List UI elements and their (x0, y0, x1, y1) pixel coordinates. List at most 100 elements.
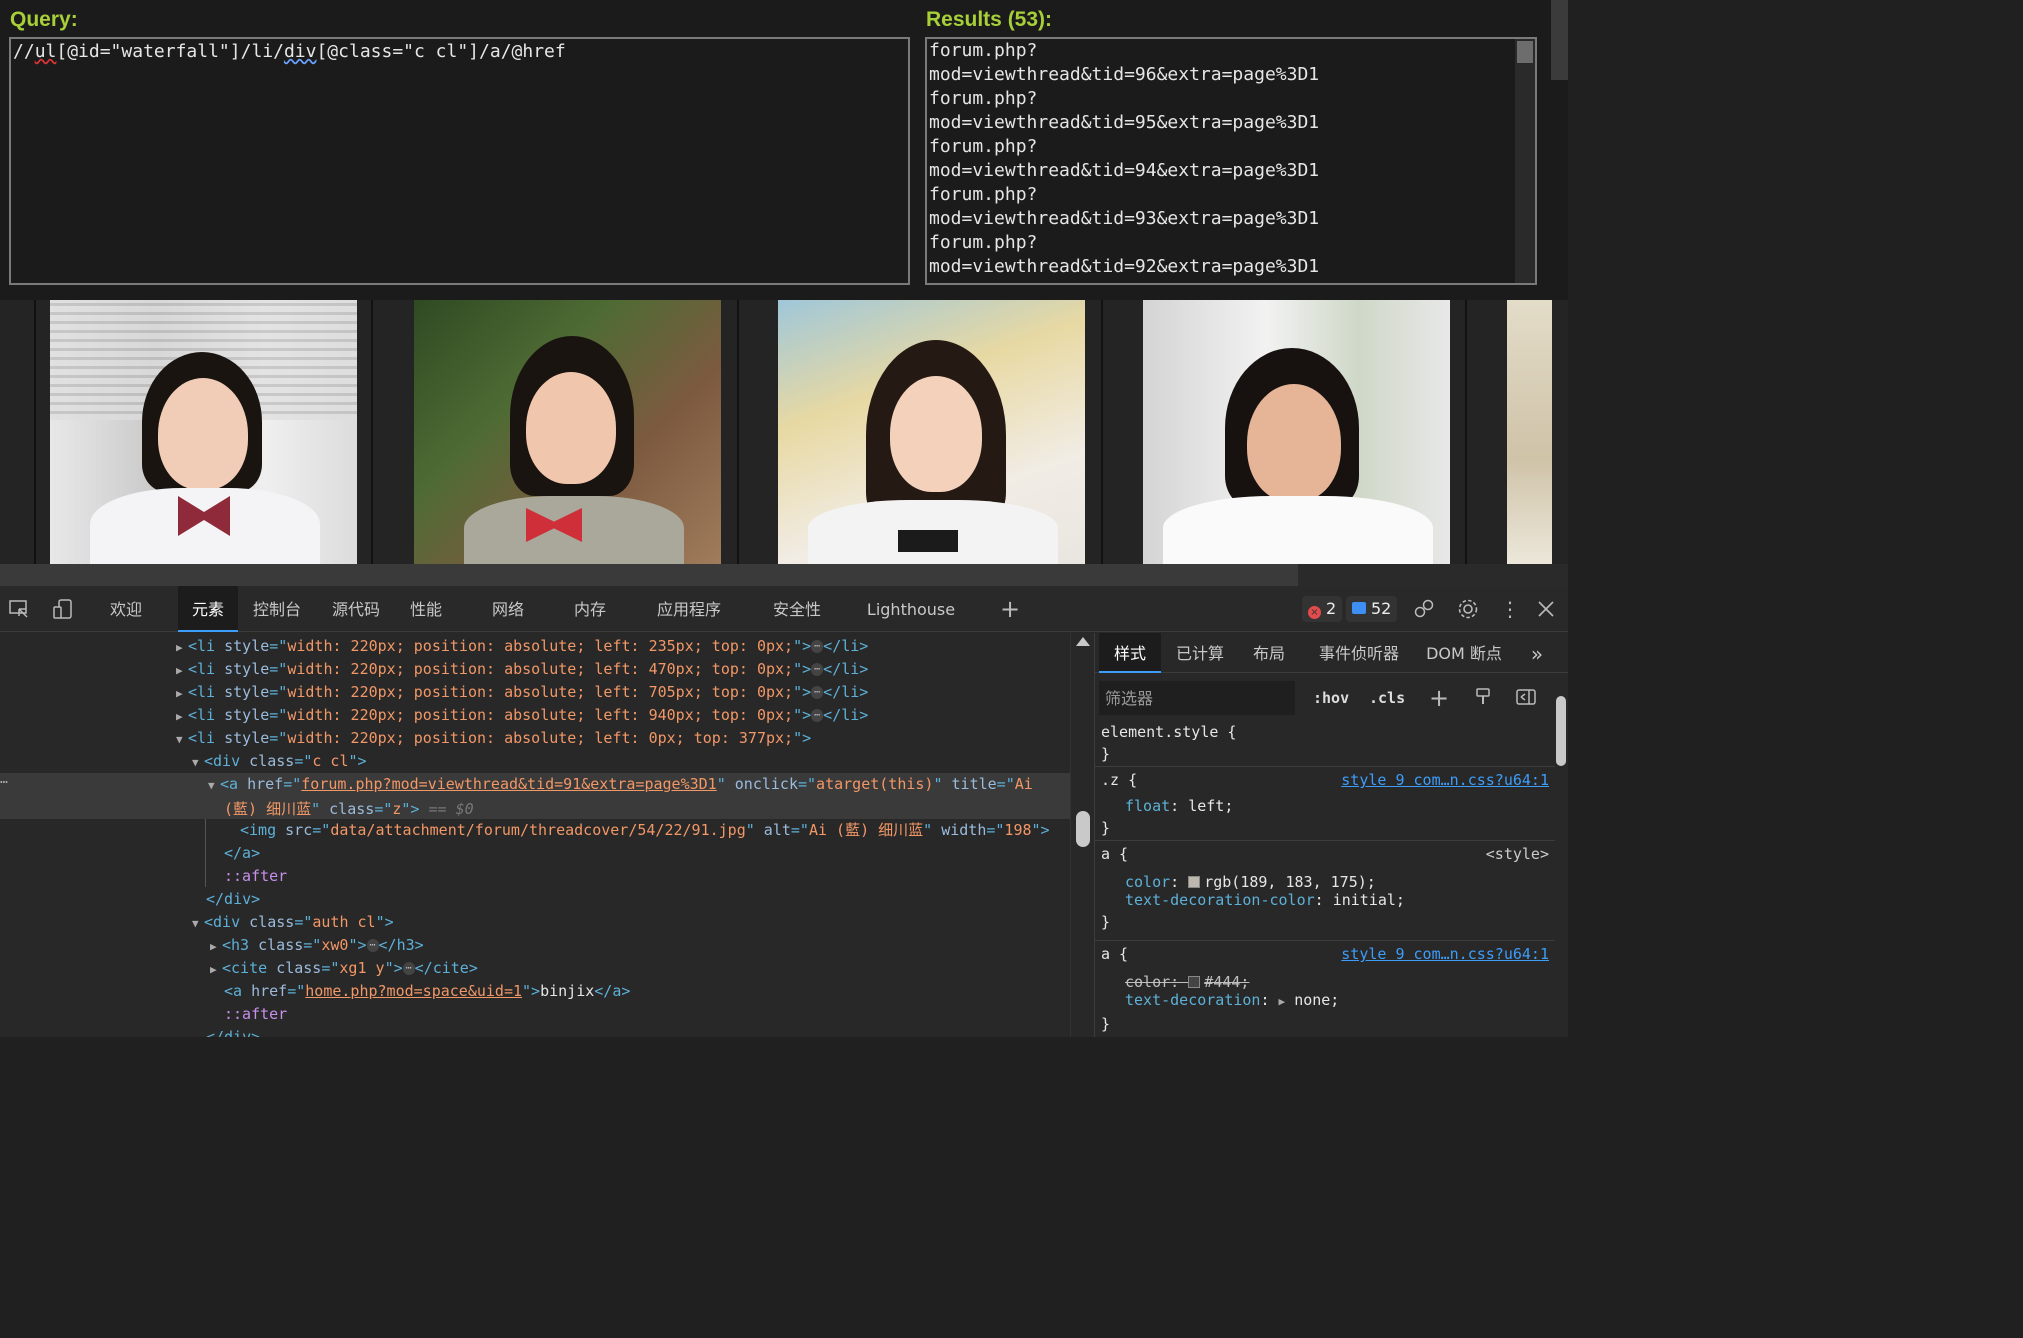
dom-node-pseudo-after[interactable]: ::after (0, 1003, 1070, 1026)
styles-filter-input[interactable] (1099, 681, 1295, 715)
dom-node-img[interactable]: <img src="data/attachment/forum/threadco… (0, 819, 1070, 842)
dom-node-li-open[interactable]: ▼ <li style="width: 220px; position: abso… (0, 727, 1070, 750)
dom-node-li[interactable]: ▶ <li style="width: 220px; position: abso… (0, 681, 1070, 704)
dom-node-a-selected[interactable]: … ▼ <a href="forum.php?mod=viewthread&tid=… (0, 772, 1070, 819)
dom-node-pseudo-after[interactable]: ::after (0, 865, 1070, 888)
message-count-badge[interactable]: 52 (1346, 596, 1398, 622)
tab-sources[interactable]: 源代码 (324, 586, 388, 632)
color-swatch[interactable] (1188, 976, 1201, 988)
dom-node-div-auth[interactable]: ▼ <div class="auth cl"> (0, 911, 1070, 934)
horizontal-scrollbar[interactable] (0, 564, 1568, 586)
tab-dom-breakpoints[interactable]: DOM 断点 (1419, 633, 1509, 673)
more-icon[interactable]: ⋮ (1499, 598, 1521, 620)
scroll-up-arrow-icon[interactable] (1076, 637, 1090, 646)
gear-icon[interactable] (1457, 598, 1479, 620)
hover-state-button[interactable]: :hov (1313, 687, 1349, 709)
property-value[interactable]: none; (1294, 991, 1339, 1009)
tab-elements[interactable]: 元素 (178, 586, 238, 632)
tab-computed[interactable]: 已计算 (1167, 633, 1233, 673)
scroll-track[interactable] (1298, 564, 1568, 586)
elements-tree[interactable]: ▶ <li style="width: 220px; position: abso… (0, 633, 1070, 1037)
girl-photo-4[interactable] (1143, 300, 1450, 564)
scroll-thumb[interactable] (1556, 696, 1566, 766)
dom-node-cite[interactable]: ▶ <cite class="xg1 y"> ⋯ </cite> (0, 957, 1070, 980)
property-value[interactable]: initial; (1333, 891, 1405, 909)
girl-photo-1[interactable] (50, 300, 357, 564)
error-count-badge[interactable]: × 2 (1302, 596, 1343, 622)
href-link[interactable]: home.php?mod=space&uid=1 (305, 982, 522, 1000)
css-rule-a-user-agent[interactable]: <style> a { color: rgb(189, 183, 175); t… (1095, 843, 1555, 941)
expand-triangle-icon[interactable]: ▶ (176, 660, 188, 683)
query-input[interactable]: //ul[@id="waterfall"]/li/div[@class="c c… (9, 37, 910, 285)
tab-security[interactable]: 安全性 (764, 586, 830, 632)
tab-memory[interactable]: 内存 (564, 586, 616, 632)
girl-photo-2[interactable] (414, 300, 721, 564)
scroll-thumb[interactable] (1076, 811, 1090, 847)
property-name[interactable]: text-decoration-color (1125, 891, 1315, 909)
ellipsis-icon[interactable]: ⋯ (811, 686, 824, 699)
result-line: mod=viewthread&tid=96&extra=page%3D1 (929, 64, 1320, 85)
device-toggle-icon[interactable] (52, 598, 74, 620)
collapse-triangle-icon[interactable]: ▼ (192, 752, 204, 775)
dom-node-div-close[interactable]: </div> (0, 888, 1070, 911)
ellipsis-icon[interactable]: ⋯ (811, 663, 824, 676)
tab-event-listeners[interactable]: 事件侦听器 (1309, 633, 1409, 673)
paint-brush-icon[interactable] (1472, 687, 1494, 709)
ellipsis-icon[interactable]: ⋯ (366, 939, 379, 952)
dom-node-h3[interactable]: ▶ <h3 class="xw0"> ⋯ </h3> (0, 934, 1070, 957)
rule-source-link[interactable]: style 9 com…n.css?u64:1 (1341, 769, 1549, 791)
expand-triangle-icon[interactable]: ▶ (1279, 995, 1286, 1008)
expand-triangle-icon[interactable]: ▶ (176, 683, 188, 706)
tab-styles[interactable]: 样式 (1099, 633, 1161, 673)
inspect-icon[interactable] (8, 598, 30, 620)
color-swatch[interactable] (1188, 876, 1201, 888)
results-scrollbar[interactable] (1515, 39, 1535, 283)
new-rule-icon[interactable]: + (1428, 686, 1450, 710)
dom-node-a-close[interactable]: </a> (0, 842, 1070, 865)
toggle-sidebar-icon[interactable] (1515, 687, 1537, 709)
collapse-triangle-icon[interactable]: ▼ (192, 913, 204, 936)
expand-triangle-icon[interactable]: ▶ (176, 706, 188, 729)
element-style-rule[interactable]: element.style { } (1095, 721, 1555, 767)
dom-node-div-close[interactable]: </div> (0, 1026, 1070, 1037)
elements-scrollbar[interactable] (1070, 633, 1094, 1037)
collapse-triangle-icon[interactable]: ▼ (176, 729, 188, 752)
collapse-triangle-icon[interactable]: ▼ (208, 775, 220, 798)
girl-photo-3[interactable] (778, 300, 1085, 564)
close-icon[interactable] (1535, 598, 1557, 620)
css-rule-a[interactable]: style 9 com…n.css?u64:1 a { color: #444;… (1095, 943, 1555, 1037)
property-value[interactable]: left; (1188, 797, 1233, 815)
expand-triangle-icon[interactable]: ▶ (210, 936, 222, 959)
results-output[interactable]: forum.php? mod=viewthread&tid=96&extra=p… (925, 37, 1537, 285)
tab-console[interactable]: 控制台 (246, 586, 308, 632)
dom-node-li[interactable]: ▶ <li style="width: 220px; position: abso… (0, 635, 1070, 658)
tab-performance[interactable]: 性能 (400, 586, 452, 632)
tab-application[interactable]: 应用程序 (648, 586, 730, 632)
connections-icon[interactable] (1413, 598, 1435, 620)
dom-node-div[interactable]: ▼ <div class="c cl"> (0, 750, 1070, 773)
property-name[interactable]: text-decoration (1125, 991, 1260, 1009)
expand-triangle-icon[interactable]: ▶ (210, 959, 222, 982)
results-scroll-thumb[interactable] (1517, 41, 1533, 63)
styles-scrollbar[interactable] (1553, 680, 1568, 1037)
tab-network[interactable]: 网络 (482, 586, 534, 632)
dom-node-li[interactable]: ▶ <li style="width: 220px; position: abso… (0, 704, 1070, 727)
dom-node-li[interactable]: ▶ <li style="width: 220px; position: abso… (0, 658, 1070, 681)
property-name[interactable]: float (1125, 797, 1170, 815)
href-link[interactable]: forum.php?mod=viewthread&tid=91&extra=pa… (301, 775, 716, 793)
tab-lighthouse[interactable]: Lighthouse (862, 586, 960, 632)
css-rule-z[interactable]: style 9 com…n.css?u64:1 .z { float: left… (1095, 769, 1555, 841)
ellipsis-icon[interactable]: ⋯ (811, 709, 824, 722)
dom-node-a-home[interactable]: <a href="home.php?mod=space&uid=1">binji… (0, 980, 1070, 1003)
rule-source-link[interactable]: style 9 com…n.css?u64:1 (1341, 943, 1549, 965)
expand-triangle-icon[interactable]: ▶ (176, 637, 188, 660)
ellipsis-icon[interactable]: ⋯ (402, 962, 415, 975)
ellipsis-icon[interactable]: ⋯ (811, 640, 824, 653)
tab-layout[interactable]: 布局 (1243, 633, 1295, 673)
girl-photo-5[interactable] (1507, 300, 1552, 564)
tab-welcome[interactable]: 欢迎 (96, 586, 156, 632)
class-toggle-button[interactable]: .cls (1369, 687, 1405, 709)
add-tab-icon[interactable]: + (999, 597, 1021, 621)
chevron-double-right-icon[interactable]: » (1523, 633, 1551, 673)
page-scrollbar[interactable] (1551, 0, 1568, 80)
